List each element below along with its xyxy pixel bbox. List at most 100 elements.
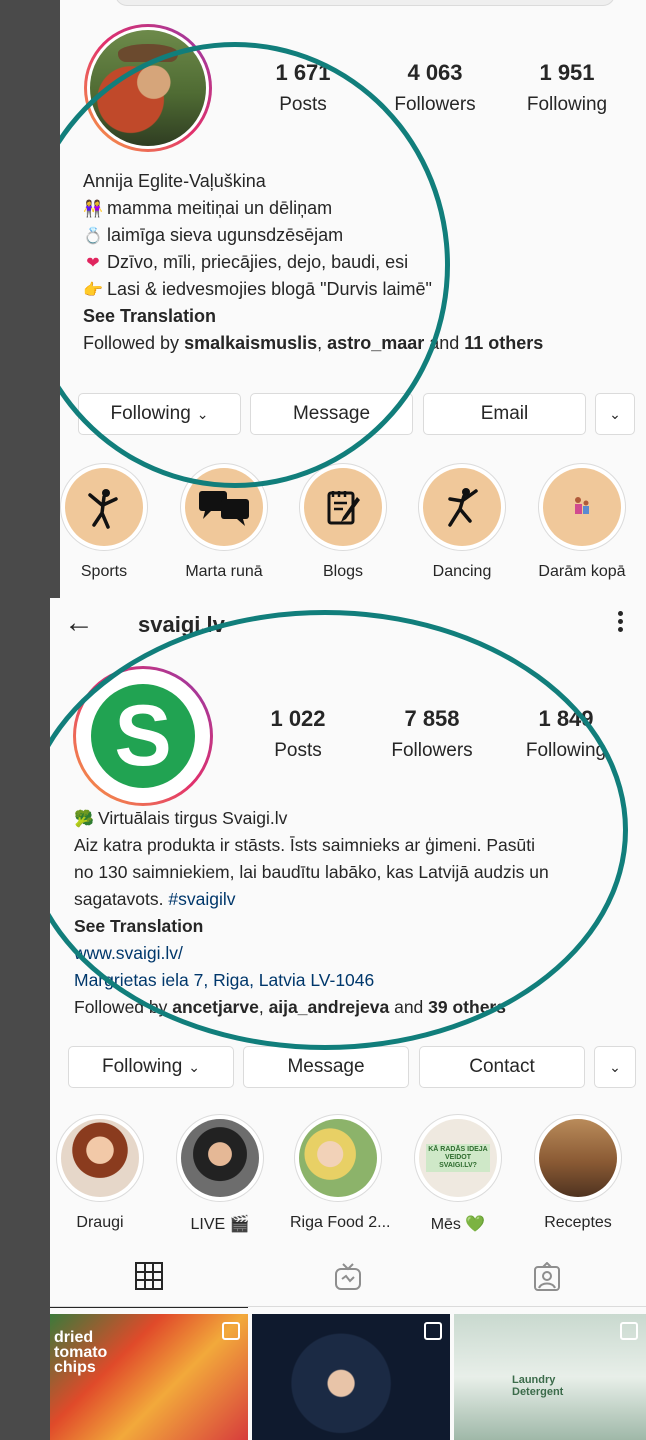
profile-username: svaigi.lv [138, 612, 225, 637]
highlight-daram-kopa[interactable]: Darām kopā [534, 463, 630, 581]
email-label: Email [480, 403, 529, 424]
bio-line: 👉 Lasi & iedvesmojies blogā "Durvis laimē… [83, 276, 543, 303]
profile-bio: Annija Eglite-Vaļuškina 👭 mamma meitiņai … [83, 168, 543, 357]
followed-by-line[interactable]: Followed by ancetjarve, aija_andrejeva a… [74, 994, 549, 1021]
tagged-person-icon [534, 1262, 560, 1291]
stat-value: 1 951 [539, 60, 595, 85]
followed-by-line[interactable]: Followed by smalkaismuslis, astro_maar a… [83, 330, 543, 357]
highlight-draugi[interactable]: Draugi [52, 1114, 148, 1232]
highlight-riga-food[interactable]: Riga Food 2... [290, 1114, 391, 1232]
follower-username[interactable]: ancetjarve [172, 997, 259, 1017]
tab-divider [50, 1306, 646, 1307]
speech-bubbles-icon [199, 491, 249, 526]
stat-label: Following [526, 94, 608, 115]
highlight-label: Marta runā [185, 563, 263, 580]
bio-text: Lasi & iedvesmojies blogā "Durvis laimē" [107, 279, 432, 299]
suggested-dropdown-button[interactable]: ⌄ [594, 1046, 636, 1088]
follower-username[interactable]: aija_andrejeva [269, 997, 390, 1017]
bio-line: no 130 saimniekiem, lai baudītu labāko, … [74, 862, 549, 882]
following-button[interactable]: Following ⌄ [78, 393, 241, 435]
more-options-icon[interactable] [616, 610, 624, 636]
highlight-blogs[interactable]: Blogs [295, 463, 391, 581]
grid-icon [135, 1262, 163, 1290]
message-button[interactable]: Message [243, 1046, 409, 1088]
others-count[interactable]: 11 others [464, 333, 543, 353]
tab-tagged[interactable] [448, 1246, 646, 1308]
follower-username[interactable]: smalkaismuslis [184, 333, 317, 353]
post-thumbnail[interactable]: Laundry Detergent [454, 1314, 646, 1440]
profile-name-line: 🥦 Virtuālais tirgus Svaigi.lv [74, 805, 549, 832]
chevron-down-icon: ⌄ [609, 1058, 621, 1075]
highlight-label: Sports [80, 563, 128, 580]
highlight-label: Blogs [322, 563, 364, 580]
profile-avatar[interactable] [84, 24, 212, 152]
profile-name: Annija Eglite-Vaļuškina [83, 171, 266, 191]
broccoli-icon: 🥦 [74, 809, 94, 828]
pointing-hand-icon: 👉 [83, 280, 103, 299]
highlight-label: Dancing [432, 563, 492, 580]
post-thumbnail[interactable]: dried tomato chips [50, 1314, 248, 1440]
contact-label: Contact [469, 1056, 535, 1077]
email-button[interactable]: Email [423, 393, 586, 435]
hashtag-link[interactable]: #svaigilv [168, 889, 235, 909]
ring-icon: 💍 [83, 226, 103, 245]
profile-name: Virtuālais tirgus Svaigi.lv [98, 808, 288, 828]
following-button[interactable]: Following ⌄ [68, 1046, 234, 1088]
profile-bio: 🥦 Virtuālais tirgus Svaigi.lv Aiz katra p… [74, 805, 549, 1021]
others-count[interactable]: 39 others [428, 997, 506, 1017]
girls-icon: 👭 [83, 199, 103, 218]
highlight-mes[interactable]: KĀ RADĀS IDEJA VEIDOT SVAIGI.LV? Mēs 💚 [410, 1114, 506, 1234]
suggested-dropdown-button[interactable]: ⌄ [595, 393, 635, 435]
highlight-sports[interactable]: Sports [60, 463, 152, 581]
tab-grid[interactable] [50, 1246, 248, 1308]
search-bar[interactable] [115, 0, 615, 6]
stat-following[interactable]: 1 951 Following [512, 60, 622, 116]
stat-posts[interactable]: 1 671 Posts [248, 60, 358, 116]
contact-button[interactable]: Contact [419, 1046, 585, 1088]
see-translation-link[interactable]: See Translation [74, 913, 549, 940]
profile-tab-bar [50, 1246, 646, 1308]
post-thumbnail[interactable] [252, 1314, 450, 1440]
chevron-down-icon: ⌄ [609, 405, 621, 422]
stat-label: Posts [274, 740, 322, 761]
stat-label: Followers [394, 94, 476, 115]
profile-avatar[interactable]: S [73, 666, 213, 806]
profile-panel-annija: 1 671 Posts 4 063 Followers 1 951 Follow… [60, 0, 646, 598]
stat-posts[interactable]: 1 022 Posts [243, 706, 353, 762]
bio-line: 💍 laimīga sieva ugunsdzēsējam [83, 222, 543, 249]
multiple-posts-icon [222, 1322, 240, 1340]
bio-text: Dzīvo, mīli, priecājies, dejo, baudi, es… [107, 252, 409, 272]
bio-text: laimīga sieva ugunsdzēsējam [107, 225, 344, 245]
bio-line: sagatavots. #svaigilv [74, 886, 549, 913]
conjunction: and [424, 333, 465, 353]
highlight-live[interactable]: LIVE 🎬 [172, 1114, 268, 1234]
highlight-label: Darām kopā [538, 563, 626, 580]
see-translation-label: See Translation [74, 916, 204, 936]
dancer-icon [448, 488, 478, 527]
stat-value: 1 849 [538, 706, 594, 731]
highlight-label: Draugi [76, 1214, 124, 1231]
address-link[interactable]: Margrietas iela 7, Riga, Latvia LV-1046 [74, 967, 549, 994]
profile-panel-svaigi: ← svaigi.lv S 1 022 Posts 7 858 Follower… [50, 598, 646, 1440]
stat-followers[interactable]: 7 858 Followers [377, 706, 487, 762]
following-label: Following [110, 403, 191, 424]
highlight-marta-runa[interactable]: Marta runā [176, 463, 272, 581]
followed-by-prefix: Followed by [74, 997, 173, 1017]
bio-line: 👭 mamma meitiņai un dēliņam [83, 195, 543, 222]
stat-label: Posts [279, 94, 327, 115]
highlight-dancing[interactable]: Dancing [414, 463, 510, 581]
back-arrow-icon[interactable]: ← [64, 608, 94, 638]
thumbnail-text: Laundry Detergent [512, 1374, 564, 1398]
highlight-receptes[interactable]: Receptes [530, 1114, 626, 1232]
message-button[interactable]: Message [250, 393, 413, 435]
chevron-down-icon: ⌄ [196, 405, 209, 422]
see-translation-link[interactable]: See Translation [83, 303, 543, 330]
website-link[interactable]: www.svaigi.lv/ [74, 940, 549, 967]
stat-followers[interactable]: 4 063 Followers [380, 60, 490, 116]
multiple-posts-icon [424, 1322, 442, 1340]
stat-following[interactable]: 1 849 Following [511, 706, 621, 762]
follower-username[interactable]: astro_maar [327, 333, 424, 353]
highlight-label: Riga Food 2... [290, 1214, 391, 1231]
bio-line: ❤ Dzīvo, mīli, priecājies, dejo, baudi, e… [83, 249, 543, 276]
tab-igtv[interactable] [249, 1246, 447, 1308]
